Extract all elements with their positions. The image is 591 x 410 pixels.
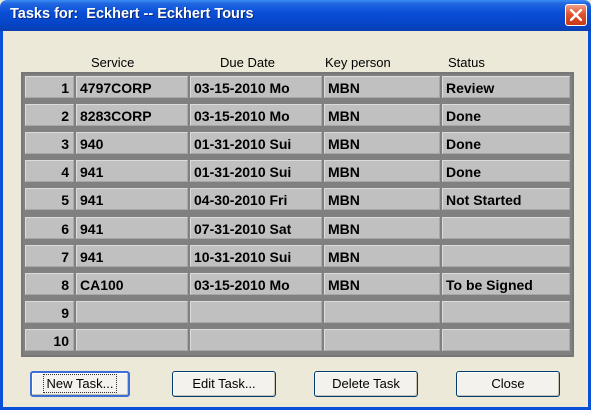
window-title: Tasks for: Eckhert -- Eckhert Tours	[10, 6, 254, 22]
table-row: 9	[23, 299, 572, 325]
column-header-service: Service	[91, 55, 135, 70]
status-cell[interactable]	[442, 216, 570, 239]
row-number[interactable]: 6	[25, 216, 74, 239]
row-number[interactable]: 2	[25, 104, 74, 127]
service-cell[interactable]: 941	[76, 244, 188, 267]
status-cell[interactable]	[442, 244, 570, 267]
column-header-status: Status	[448, 55, 485, 70]
key-person-cell[interactable]: MBN	[324, 188, 440, 211]
table-row: 5 941 04-30-2010 Fri MBN Not Started	[23, 186, 572, 212]
table-row: 6 941 07-31-2010 Sat MBN	[23, 215, 572, 241]
service-cell[interactable]	[76, 328, 188, 351]
status-cell[interactable]	[442, 328, 570, 351]
table-row: 8 CA100 03-15-2010 Mo MBN To be Signed	[23, 271, 572, 297]
row-number[interactable]: 1	[25, 76, 74, 98]
due-date-cell[interactable]: 04-30-2010 Fri	[190, 188, 322, 211]
due-date-cell[interactable]	[190, 300, 322, 323]
row-number[interactable]: 8	[25, 272, 74, 295]
delete-task-button[interactable]: Delete Task	[314, 371, 418, 397]
status-cell[interactable]: Review	[442, 76, 570, 98]
key-person-cell[interactable]	[324, 328, 440, 351]
status-cell[interactable]	[442, 300, 570, 323]
status-cell[interactable]: Done	[442, 132, 570, 155]
close-button[interactable]: Close	[456, 371, 560, 397]
title-bar[interactable]: Tasks for: Eckhert -- Eckhert Tours	[0, 0, 591, 31]
due-date-cell[interactable]: 03-15-2010 Mo	[190, 104, 322, 127]
due-date-cell[interactable]: 07-31-2010 Sat	[190, 216, 322, 239]
service-cell[interactable]: 941	[76, 188, 188, 211]
due-date-cell[interactable]	[190, 328, 322, 351]
status-cell[interactable]: Done	[442, 104, 570, 127]
key-person-cell[interactable]: MBN	[324, 160, 440, 183]
due-date-cell[interactable]: 10-31-2010 Sui	[190, 244, 322, 267]
due-date-cell[interactable]: 03-15-2010 Mo	[190, 272, 322, 295]
edit-task-button[interactable]: Edit Task...	[172, 371, 276, 397]
key-person-cell[interactable]: MBN	[324, 76, 440, 98]
service-cell[interactable]: CA100	[76, 272, 188, 295]
status-cell[interactable]: Done	[442, 160, 570, 183]
row-number[interactable]: 5	[25, 188, 74, 211]
column-header-key-person: Key person	[325, 55, 391, 70]
table-row: 7 941 10-31-2010 Sui MBN	[23, 243, 572, 269]
row-number[interactable]: 7	[25, 244, 74, 267]
service-cell[interactable]: 8283CORP	[76, 104, 188, 127]
key-person-cell[interactable]: MBN	[324, 216, 440, 239]
status-cell[interactable]: To be Signed	[442, 272, 570, 295]
new-task-button-label: New Task...	[42, 374, 118, 393]
key-person-cell[interactable]: MBN	[324, 244, 440, 267]
key-person-cell[interactable]	[324, 300, 440, 323]
due-date-cell[interactable]: 01-31-2010 Sui	[190, 132, 322, 155]
key-person-cell[interactable]: MBN	[324, 132, 440, 155]
close-icon	[570, 9, 582, 21]
table-row: 4 941 01-31-2010 Sui MBN Done	[23, 158, 572, 184]
service-cell[interactable]	[76, 300, 188, 323]
row-number[interactable]: 4	[25, 160, 74, 183]
due-date-cell[interactable]: 03-15-2010 Mo	[190, 76, 322, 98]
key-person-cell[interactable]: MBN	[324, 272, 440, 295]
service-cell[interactable]: 941	[76, 160, 188, 183]
due-date-cell[interactable]: 01-31-2010 Sui	[190, 160, 322, 183]
key-person-cell[interactable]: MBN	[324, 104, 440, 127]
tasks-grid: 1 4797CORP 03-15-2010 Mo MBN Review 2 82…	[21, 72, 574, 357]
table-row: 1 4797CORP 03-15-2010 Mo MBN Review	[23, 74, 572, 100]
window-close-button[interactable]	[565, 4, 587, 26]
new-task-button[interactable]: New Task...	[30, 371, 130, 397]
table-row: 2 8283CORP 03-15-2010 Mo MBN Done	[23, 102, 572, 128]
service-cell[interactable]: 4797CORP	[76, 76, 188, 98]
column-header-due-date: Due Date	[220, 55, 275, 70]
row-number[interactable]: 3	[25, 132, 74, 155]
row-number[interactable]: 10	[25, 328, 74, 351]
status-cell[interactable]: Not Started	[442, 188, 570, 211]
table-row: 3 940 01-31-2010 Sui MBN Done	[23, 130, 572, 156]
service-cell[interactable]: 940	[76, 132, 188, 155]
service-cell[interactable]: 941	[76, 216, 188, 239]
table-row: 10	[23, 327, 572, 353]
row-number[interactable]: 9	[25, 300, 74, 323]
